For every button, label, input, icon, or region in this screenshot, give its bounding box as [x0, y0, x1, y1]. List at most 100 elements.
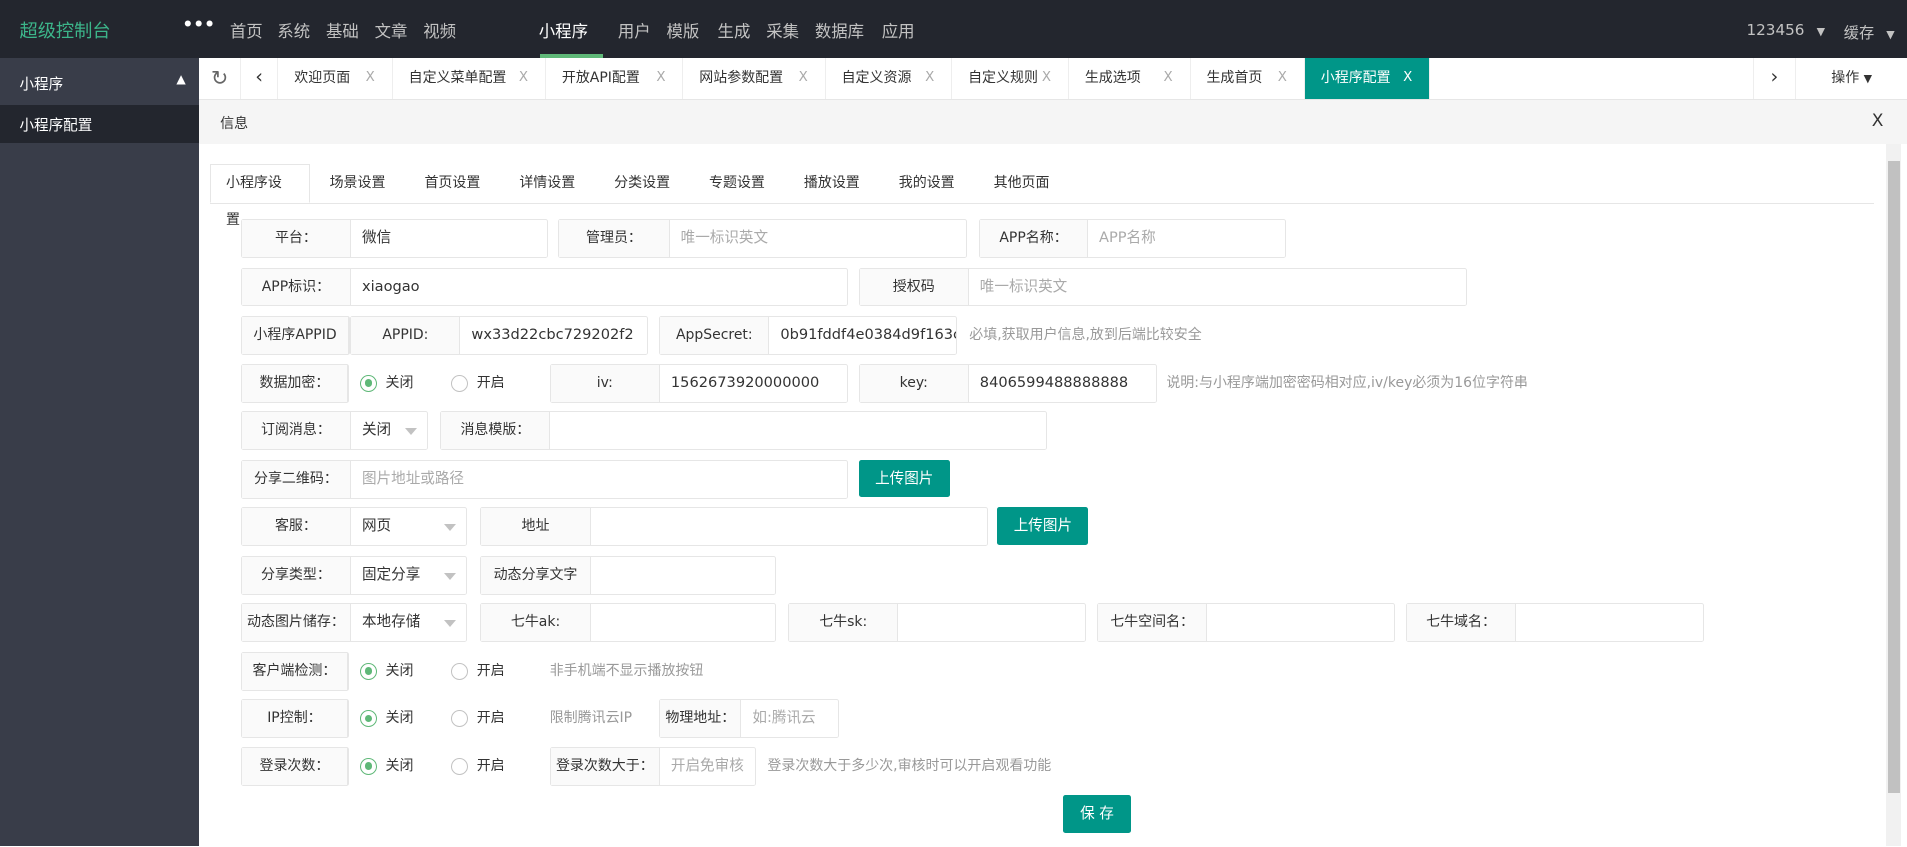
- admin-label: 管理员：: [559, 219, 670, 257]
- subtab-item[interactable]: 我的设置: [899, 164, 955, 203]
- tab-item[interactable]: 自定义规则 X: [952, 58, 1070, 99]
- panel-title: 信息: [220, 116, 249, 133]
- close-icon[interactable]: X: [1163, 58, 1172, 98]
- refresh-icon[interactable]: ↻: [199, 58, 241, 99]
- tabs-scroll-left-icon[interactable]: ‹: [241, 58, 279, 99]
- subtab-item[interactable]: 首页设置: [424, 164, 480, 203]
- tab-item[interactable]: 生成首页 X: [1190, 58, 1305, 99]
- subtab-item[interactable]: 分类设置: [614, 164, 670, 203]
- close-icon[interactable]: X: [1042, 58, 1051, 98]
- tab-item[interactable]: 欢迎页面 X: [278, 58, 393, 99]
- phys-addr-input[interactable]: 如:腾讯云: [741, 700, 838, 737]
- login-count-radio-on[interactable]: 开启: [451, 747, 505, 786]
- ip-control-radio-on[interactable]: 开启: [451, 699, 505, 738]
- close-icon[interactable]: X: [799, 58, 808, 98]
- subtab-item[interactable]: 专题设置: [709, 164, 765, 203]
- upload-image-button[interactable]: 上传图片: [997, 507, 1089, 545]
- auth-code-field: 授权码 唯一标识英文: [858, 267, 1467, 307]
- nav-item[interactable]: 系统: [277, 18, 310, 42]
- radio-circle-icon: [451, 757, 469, 775]
- ip-control-radio-off[interactable]: 关闭: [359, 699, 413, 738]
- qiniu-sk-label: 七牛sk:: [789, 604, 899, 642]
- qiniu-ak-input[interactable]: [591, 604, 775, 641]
- nav-item[interactable]: 采集: [766, 18, 799, 42]
- share-qr-input[interactable]: 图片地址或路径: [351, 461, 847, 498]
- admin-input[interactable]: 唯一标识英文: [670, 220, 966, 257]
- share-text-input[interactable]: [591, 557, 775, 594]
- nav-item[interactable]: 用户: [618, 18, 651, 42]
- subtab-item[interactable]: 详情设置: [519, 164, 575, 203]
- scrollbar-thumb[interactable]: [1887, 160, 1900, 793]
- service-addr-input[interactable]: [591, 508, 987, 545]
- encrypt-radio-on[interactable]: 开启: [451, 364, 505, 403]
- nav-item[interactable]: 生成: [718, 18, 751, 42]
- qiniu-domain-label: 七牛域名：: [1406, 604, 1517, 642]
- key-input[interactable]: 8406599488888888: [969, 365, 1156, 402]
- iv-input[interactable]: 1562673920000000: [660, 365, 847, 402]
- client-detect-radio-on[interactable]: 开启: [451, 652, 505, 691]
- subtab-item[interactable]: 其他页面: [994, 164, 1050, 203]
- nav-item[interactable]: 文章: [375, 18, 408, 42]
- tab-label: 自定义规则: [968, 70, 1038, 87]
- nav-item[interactable]: 基础: [326, 18, 359, 42]
- app-name-input[interactable]: APP名称: [1088, 220, 1284, 257]
- radio-circle-icon: [451, 662, 469, 680]
- nav-item[interactable]: 应用: [882, 18, 915, 42]
- key-hint: 说明:与小程序端加密密码相对应,iv/key必须为16位字符串: [1166, 374, 1528, 391]
- tab-item[interactable]: 网站参数配置 X: [683, 58, 826, 99]
- mini-appid-field: 小程序APPID: [240, 316, 351, 356]
- appsecret-input[interactable]: 0b91fddf4e0384d9f163cef: [769, 317, 956, 354]
- appid-label: APPID:: [351, 317, 461, 355]
- qiniu-domain-input[interactable]: [1516, 604, 1703, 641]
- user-menu[interactable]: 123456 ▼: [1746, 21, 1825, 39]
- login-count-radio-off[interactable]: 关闭: [359, 747, 413, 786]
- tab-label: 自定义菜单配置: [408, 70, 507, 87]
- qiniu-sk-input[interactable]: [898, 604, 1085, 641]
- platform-input[interactable]: 微信: [351, 220, 547, 257]
- nav-item[interactable]: 模版: [666, 18, 699, 42]
- nav-item[interactable]: 视频: [423, 18, 456, 42]
- tab-item[interactable]: 开放API配置 X: [546, 58, 684, 99]
- close-icon[interactable]: X: [1872, 111, 1884, 131]
- save-button[interactable]: 保 存: [1062, 795, 1132, 834]
- qiniu-bucket-input[interactable]: [1207, 604, 1394, 641]
- qiniu-bucket-label: 七牛空间名：: [1098, 604, 1208, 642]
- app-name-field: APP名称： APP名称: [979, 218, 1286, 258]
- login-gt-input[interactable]: 开启免审核: [660, 748, 756, 785]
- tab-item[interactable]: 自定义资源 X: [825, 58, 953, 99]
- tab-label: 小程序配置: [1320, 70, 1391, 87]
- close-icon[interactable]: X: [366, 58, 375, 98]
- tab-item[interactable]: 生成选项 X: [1069, 58, 1191, 99]
- nav-item[interactable]: 数据库: [815, 18, 864, 42]
- client-detect-radio-off[interactable]: 关闭: [359, 652, 413, 691]
- app-logo[interactable]: 超级控制台: [19, 17, 110, 43]
- cache-menu[interactable]: 缓存 ▼: [1844, 21, 1895, 43]
- close-icon[interactable]: X: [519, 58, 528, 98]
- cache-label: 缓存: [1843, 23, 1875, 42]
- nav-item[interactable]: 小程序: [539, 18, 588, 42]
- close-icon[interactable]: X: [656, 58, 665, 98]
- tab-item[interactable]: 小程序配置 X: [1304, 58, 1431, 99]
- more-menu-button[interactable]: •••: [182, 15, 215, 35]
- msg-template-input[interactable]: [550, 412, 1046, 449]
- login-gt-field: 登录次数大于： 开启免审核: [549, 746, 757, 786]
- nav-item[interactable]: 首页: [230, 18, 263, 42]
- tabs-scroll-right-icon[interactable]: ›: [1752, 58, 1797, 99]
- close-icon[interactable]: X: [1403, 58, 1412, 98]
- close-icon[interactable]: X: [925, 58, 934, 98]
- sidebar-group-miniprogram[interactable]: 小程序 ▲: [0, 58, 200, 105]
- auth-code-input[interactable]: 唯一标识英文: [969, 269, 1466, 306]
- appid-input[interactable]: wx33d22cbc729202f2: [460, 317, 647, 354]
- subtab-item[interactable]: 小程序设置: [210, 164, 311, 228]
- login-count-field: 登录次数：: [240, 746, 350, 786]
- tab-actions-button[interactable]: 操作 ▼: [1796, 58, 1907, 98]
- upload-qr-button[interactable]: 上传图片: [858, 459, 950, 498]
- subtab-item[interactable]: 场景设置: [330, 164, 386, 203]
- subtab-item[interactable]: 播放设置: [804, 164, 860, 203]
- sidebar-item-miniprogram-config[interactable]: 小程序配置: [0, 104, 200, 144]
- close-icon[interactable]: X: [1278, 58, 1287, 98]
- tab-item[interactable]: 自定义菜单配置 X: [392, 58, 547, 99]
- app-ident-input[interactable]: xiaogao: [351, 269, 847, 306]
- radio-label: 关闭: [385, 374, 414, 391]
- encrypt-radio-off[interactable]: 关闭: [359, 364, 414, 403]
